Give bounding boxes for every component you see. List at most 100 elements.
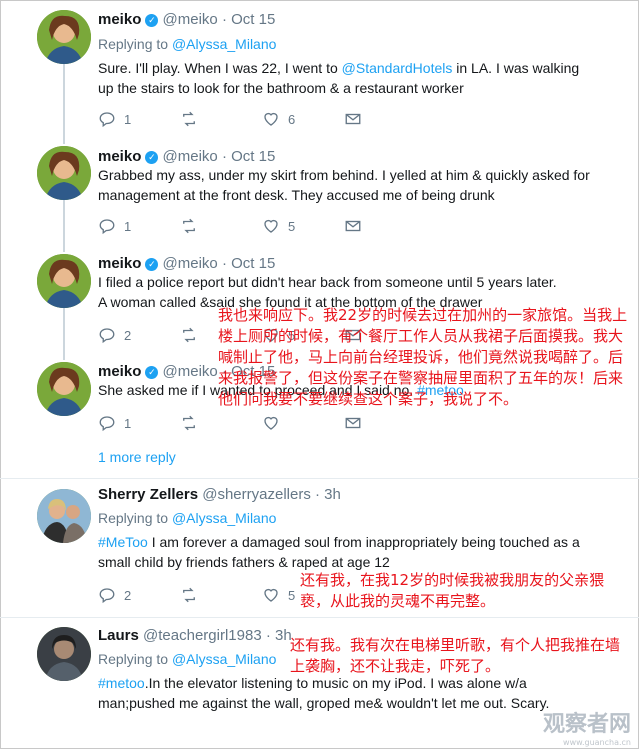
retweet-icon bbox=[183, 587, 195, 603]
author-handle[interactable]: @meiko bbox=[163, 11, 218, 28]
reply-count: 2 bbox=[124, 587, 132, 603]
retweet-button[interactable] bbox=[180, 217, 262, 235]
retweet-icon bbox=[183, 327, 195, 343]
tweet-text: #metoo.In the elevator listening to musi… bbox=[98, 673, 588, 713]
tweet[interactable]: meiko ✓ @meiko · Oct 15 Replying to @Alys… bbox=[0, 0, 639, 140]
like-count: 5 bbox=[288, 587, 296, 603]
hashtag-link[interactable]: #metoo bbox=[98, 675, 145, 691]
more-replies-link[interactable]: 1 more reply bbox=[98, 449, 176, 465]
reply-count: 1 bbox=[124, 218, 132, 234]
reply-icon bbox=[99, 328, 115, 344]
watermark-url: www.guancha.cn bbox=[563, 738, 631, 747]
annotation-text: 我也来响应下。我22岁的时候去过在加州的一家旅馆。当我上楼上厕所的时候，有个餐厅… bbox=[218, 306, 628, 408]
retweet-button[interactable] bbox=[180, 110, 262, 128]
like-button[interactable] bbox=[262, 414, 344, 432]
tweet-date[interactable]: Oct 15 bbox=[231, 255, 275, 272]
tweet-date[interactable]: Oct 15 bbox=[231, 148, 275, 165]
verified-badge-icon: ✓ bbox=[145, 151, 159, 164]
replying-to: Replying to @Alyssa_Milano bbox=[98, 651, 276, 667]
reply-icon bbox=[99, 219, 115, 235]
author-handle[interactable]: @meiko bbox=[163, 255, 218, 272]
author-handle[interactable]: @meiko bbox=[163, 363, 218, 380]
tweet[interactable]: meiko ✓ @meiko · Oct 15 Grabbed my ass, u… bbox=[0, 140, 639, 248]
message-button[interactable] bbox=[344, 414, 426, 432]
mention-link[interactable]: @StandardHotels bbox=[342, 60, 453, 76]
tweet-actions: 1 bbox=[98, 414, 426, 432]
annotation-text: 还有我。我有次在电梯里听歌，有个人把我推在墙上袭胸，还不让我走，吓死了。 bbox=[290, 636, 621, 675]
replying-to-link[interactable]: @Alyssa_Milano bbox=[172, 36, 276, 52]
message-button[interactable] bbox=[344, 110, 426, 128]
author-name[interactable]: meiko bbox=[98, 363, 141, 380]
separator-dot: · bbox=[265, 627, 271, 644]
tweet-date[interactable]: Oct 15 bbox=[231, 11, 275, 28]
tweet-text-part: .In the elevator listening to music on m… bbox=[98, 675, 550, 711]
retweet-button[interactable] bbox=[180, 586, 262, 604]
heart-icon bbox=[264, 588, 278, 602]
author-handle[interactable]: @meiko bbox=[163, 148, 218, 165]
tweet-text-part: Sure. I'll play. When I was 22, I went t… bbox=[98, 60, 342, 76]
replying-to-link[interactable]: @Alyssa_Milano bbox=[172, 651, 276, 667]
avatar[interactable] bbox=[37, 146, 91, 200]
hashtag-link[interactable]: #MeToo bbox=[98, 534, 148, 550]
avatar[interactable] bbox=[37, 627, 91, 681]
reply-button[interactable]: 2 bbox=[98, 326, 180, 344]
like-count: 5 bbox=[288, 218, 296, 234]
tweet-header: meiko ✓ @meiko · Oct 15 bbox=[98, 255, 275, 272]
reply-button[interactable]: 2 bbox=[98, 586, 180, 604]
tweet-header: meiko ✓ @meiko · Oct 15 bbox=[98, 148, 275, 165]
retweet-icon bbox=[183, 111, 195, 127]
retweet-button[interactable] bbox=[180, 414, 262, 432]
heart-icon bbox=[264, 416, 278, 430]
replying-prefix: Replying to bbox=[98, 651, 172, 667]
watermark: 观察者网 www.guancha.cn bbox=[543, 706, 631, 747]
watermark-logo-text: 观察者网 bbox=[542, 712, 631, 737]
author-name[interactable]: Laurs bbox=[98, 627, 139, 644]
separator-dot: · bbox=[221, 148, 227, 165]
verified-badge-icon: ✓ bbox=[145, 14, 159, 27]
avatar[interactable] bbox=[37, 489, 91, 543]
reply-button[interactable]: 1 bbox=[98, 110, 180, 128]
like-button[interactable]: 5 bbox=[262, 217, 344, 235]
replying-to: Replying to @Alyssa_Milano bbox=[98, 36, 276, 52]
author-name[interactable]: meiko bbox=[98, 148, 141, 165]
heart-icon bbox=[264, 219, 278, 233]
verified-badge-icon: ✓ bbox=[145, 366, 159, 379]
tweet-text: Sure. I'll play. When I was 22, I went t… bbox=[98, 58, 598, 98]
reply-icon bbox=[99, 588, 115, 604]
author-handle[interactable]: @sherryazellers bbox=[202, 486, 311, 503]
author-name[interactable]: Sherry Zellers bbox=[98, 486, 198, 503]
tweet-text: Grabbed my ass, under my skirt from behi… bbox=[98, 167, 590, 203]
envelope-icon bbox=[345, 113, 361, 125]
avatar[interactable] bbox=[37, 362, 91, 416]
replying-to: Replying to @Alyssa_Milano bbox=[98, 510, 276, 526]
author-name[interactable]: meiko bbox=[98, 255, 141, 272]
message-button[interactable] bbox=[344, 217, 426, 235]
replying-prefix: Replying to bbox=[98, 510, 172, 526]
tweet-actions: 1 5 bbox=[98, 217, 426, 235]
author-handle[interactable]: @teachergirl1983 bbox=[143, 627, 262, 644]
reply-count: 2 bbox=[124, 327, 132, 343]
verified-badge-icon: ✓ bbox=[145, 258, 159, 271]
replying-prefix: Replying to bbox=[98, 36, 172, 52]
reply-button[interactable]: 1 bbox=[98, 217, 180, 235]
tweet-date[interactable]: 3h bbox=[324, 486, 341, 503]
reply-button[interactable]: 1 bbox=[98, 414, 180, 432]
tweet-text-part: I am forever a damaged soul from inappro… bbox=[98, 534, 580, 570]
retweet-icon bbox=[183, 415, 195, 431]
envelope-icon bbox=[345, 220, 361, 232]
envelope-icon bbox=[345, 417, 361, 429]
separator-dot: · bbox=[221, 11, 227, 28]
tweet-header: Sherry Zellers @sherryazellers · 3h bbox=[98, 486, 341, 503]
avatar[interactable] bbox=[37, 254, 91, 308]
reply-count: 1 bbox=[124, 111, 132, 127]
like-button[interactable]: 6 bbox=[262, 110, 344, 128]
author-name[interactable]: meiko bbox=[98, 11, 141, 28]
avatar[interactable] bbox=[37, 10, 91, 64]
separator-dot: · bbox=[315, 486, 320, 503]
replying-to-link[interactable]: @Alyssa_Milano bbox=[172, 510, 276, 526]
tweet-header: meiko ✓ @meiko · Oct 15 bbox=[98, 11, 275, 28]
retweet-icon bbox=[183, 218, 195, 234]
tweet-header: Laurs @teachergirl1983 · 3h bbox=[98, 627, 292, 644]
heart-icon bbox=[264, 112, 278, 126]
reply-icon bbox=[99, 416, 115, 432]
